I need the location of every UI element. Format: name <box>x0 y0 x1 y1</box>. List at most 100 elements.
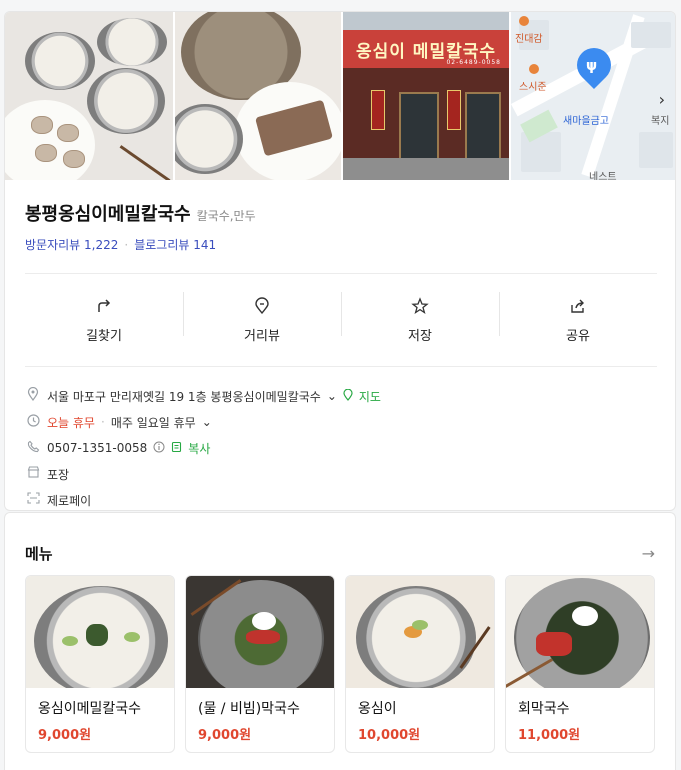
menu-list: 옹심이메밀칼국수 9,000원 (물 / 비빔)막국수 9,000원 옹심이 1… <box>25 575 655 753</box>
takeout-text: 포장 <box>47 467 70 482</box>
store-door <box>399 92 439 162</box>
fork-knife-icon: ψ <box>586 58 598 74</box>
store-sign-phone: 02-6489-0058 <box>446 59 501 66</box>
map-block <box>639 132 673 168</box>
review-row: 방문자리뷰 1,222 · 블로그리뷰 141 <box>25 236 657 253</box>
chevron-right-icon[interactable]: › <box>659 90 665 109</box>
directions-label: 길찾기 <box>86 328 122 344</box>
chevron-down-icon[interactable]: ⌄ <box>202 415 212 429</box>
map-pin-green-icon <box>343 388 353 404</box>
copy-icon <box>171 441 182 456</box>
share-label: 공유 <box>566 328 590 344</box>
hours-note[interactable]: 매주 일요일 휴무 <box>111 414 196 431</box>
photo-food-2[interactable] <box>175 12 341 180</box>
map-label: 새마을금고 <box>563 116 609 127</box>
directions-button[interactable]: 길찾기 <box>25 288 183 352</box>
menu-item-price: 9,000원 <box>38 728 92 743</box>
store-icon <box>25 466 41 482</box>
egg-shape <box>252 612 276 630</box>
divider <box>25 366 657 367</box>
today-status: 오늘 휴무 <box>47 415 95 430</box>
share-icon <box>569 297 587 319</box>
menu-item[interactable]: 옹심이메밀칼국수 9,000원 <box>25 575 175 753</box>
menu-item-name: 회막국수 <box>518 701 570 717</box>
directions-icon <box>95 297 113 319</box>
chopsticks-shape <box>119 145 171 180</box>
menu-item[interactable]: 옹심이 10,000원 <box>345 575 495 753</box>
menu-title: 메뉴 <box>25 545 53 563</box>
building-facade <box>343 12 509 30</box>
store-sign-text: 옹심이 메밀칼국수 <box>355 41 497 62</box>
street-view-label: 거리뷰 <box>244 328 280 344</box>
address-text[interactable]: 서울 마포구 만리재옛길 19 1층 봉평옹심이메밀칼국수 <box>47 388 321 405</box>
save-button[interactable]: 저장 <box>341 288 499 352</box>
bowl-shape <box>25 32 95 90</box>
detail-list: 서울 마포구 만리재옛길 19 1층 봉평옹심이메밀칼국수 ⌄ 지도 오늘 휴무… <box>25 383 657 510</box>
bowl-shape <box>87 68 165 134</box>
menu-item-price: 11,000원 <box>518 728 581 743</box>
place-category: 칼국수,만두 <box>196 209 256 223</box>
save-label: 저장 <box>408 328 432 344</box>
menu-photo <box>346 576 494 688</box>
store-banner <box>371 90 385 130</box>
scan-icon <box>25 492 41 508</box>
street-view-button[interactable]: 거리뷰 <box>183 288 341 352</box>
menu-item[interactable]: 회막국수 11,000원 <box>505 575 655 753</box>
menu-photo <box>186 576 334 688</box>
arrow-right-icon[interactable]: → <box>642 544 655 563</box>
photo-food-1[interactable] <box>5 12 173 180</box>
store-sign: 옹심이 메밀칼국수 02-6489-0058 <box>343 30 509 68</box>
copy-button[interactable]: 복사 <box>188 440 210 457</box>
egg-shape <box>572 606 598 626</box>
star-icon <box>411 296 429 319</box>
place-card: 옹심이 메밀칼국수 02-6489-0058 진대감 스시준 ψ 새마을금고 복… <box>4 11 676 511</box>
menu-photo <box>506 576 654 688</box>
hours-row: 오늘 휴무 · 매주 일요일 휴무 ⌄ <box>25 409 657 435</box>
payment-row: 제로페이 <box>25 487 657 510</box>
visitor-review-link[interactable]: 방문자리뷰 1,222 <box>25 236 118 253</box>
menu-item-name: (물 / 비빔)막국수 <box>198 701 300 717</box>
place-title: 봉평옹심이메밀칼국수 <box>25 204 191 225</box>
location-pin-icon <box>25 386 41 405</box>
info-icon[interactable] <box>153 441 165 456</box>
phone-icon <box>25 440 41 457</box>
photo-storefront[interactable]: 옹심이 메밀칼국수 02-6489-0058 <box>343 12 509 180</box>
plate-shape <box>5 100 95 180</box>
menu-section: 메뉴 → 옹심이메밀칼국수 9,000원 (물 / 비빔)막국수 9,000원 <box>4 512 676 770</box>
address-row: 서울 마포구 만리재옛길 19 1층 봉평옹심이메밀칼국수 ⌄ 지도 <box>25 383 657 409</box>
divider <box>25 273 657 274</box>
dumpling-shape <box>35 144 57 162</box>
separator-dot: · <box>100 415 105 429</box>
share-button[interactable]: 공유 <box>499 288 657 352</box>
payment-text: 제로페이 <box>47 493 92 508</box>
action-bar: 길찾기 거리뷰 저장 공유 <box>25 288 657 352</box>
blog-review-link[interactable]: 블로그리뷰 141 <box>134 236 216 253</box>
sidewalk <box>343 158 509 180</box>
map-label: 진대감 <box>515 34 543 45</box>
bowl-shape <box>97 18 167 66</box>
map-preview[interactable]: 진대감 스시준 ψ 새마을금고 복지 네스트 › <box>511 12 675 180</box>
bowl-shape <box>175 104 243 174</box>
menu-header: 메뉴 → <box>25 543 655 564</box>
restaurant-marker-icon <box>519 16 529 26</box>
menu-item-name: 옹심이 <box>358 701 397 717</box>
sauce-shape <box>246 630 280 644</box>
zucchini-shape <box>62 636 78 646</box>
street-view-icon <box>253 296 271 319</box>
map-label: 복지 <box>651 116 670 127</box>
dumpling-shape <box>57 124 79 142</box>
dumpling-shape <box>63 150 85 168</box>
zucchini-shape <box>412 620 428 630</box>
map-label: 스시준 <box>519 82 547 93</box>
phone-number[interactable]: 0507-1351-0058 <box>47 441 147 455</box>
store-banner <box>447 90 461 130</box>
title-row: 봉평옹심이메밀칼국수 칼국수,만두 <box>25 200 657 226</box>
raw-fish-shape <box>536 632 572 656</box>
menu-item[interactable]: (물 / 비빔)막국수 9,000원 <box>185 575 335 753</box>
garnish-shape <box>86 624 108 646</box>
map-label: 네스트 <box>589 172 617 180</box>
map-block <box>631 22 671 48</box>
chevron-down-icon[interactable]: ⌄ <box>327 389 337 403</box>
map-link[interactable]: 지도 <box>359 388 381 405</box>
phone-row: 0507-1351-0058 복사 <box>25 435 657 461</box>
